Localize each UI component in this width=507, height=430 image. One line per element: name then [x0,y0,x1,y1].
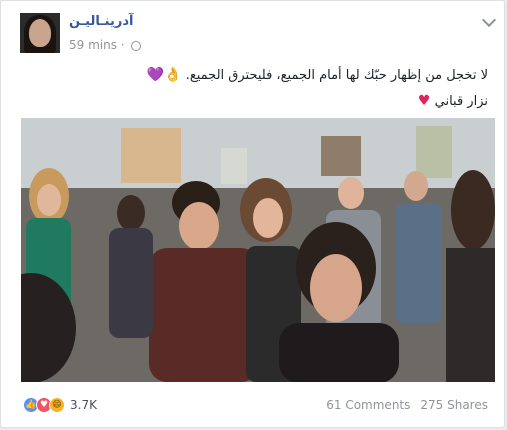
post-time[interactable]: 59 mins [69,38,117,52]
author-name[interactable]: آدرينـاليـن [69,14,133,29]
avatar-face [29,19,51,47]
post-stats: 61 Comments 275 Shares [326,398,488,412]
haha-reaction-icon: 😄 [49,397,65,413]
emoji-purple-heart-ok: 👌💜 [146,67,182,83]
post-text-line2: نزار قباني ♥ [418,93,488,109]
heart-icon: ♥ [417,93,431,109]
post-photo[interactable] [21,118,495,382]
reaction-summary[interactable]: 👍 ♥ 😄 3.7K [23,397,97,413]
post-meta: 59 mins · [69,38,142,52]
meta-separator: · [120,38,125,52]
avatar[interactable] [20,13,60,53]
post-card: آدرينـاليـن 59 mins · لا تخجل من إظهار ح… [0,0,505,428]
post-text-line1: لا تخجل من إظهار حبّك لها أمام الجميع، ف… [18,67,488,83]
photo-illustration [21,118,495,382]
reaction-count: 3.7K [70,398,97,412]
chevron-down-icon[interactable] [481,12,497,28]
post-text: لا تخجل من إظهار حبّك لها أمام الجميع، ف… [185,68,488,83]
comments-link[interactable]: 61 Comments [326,398,410,412]
shares-link[interactable]: 275 Shares [420,398,488,412]
globe-icon [131,40,142,51]
post-signature: نزار قباني [434,94,488,109]
